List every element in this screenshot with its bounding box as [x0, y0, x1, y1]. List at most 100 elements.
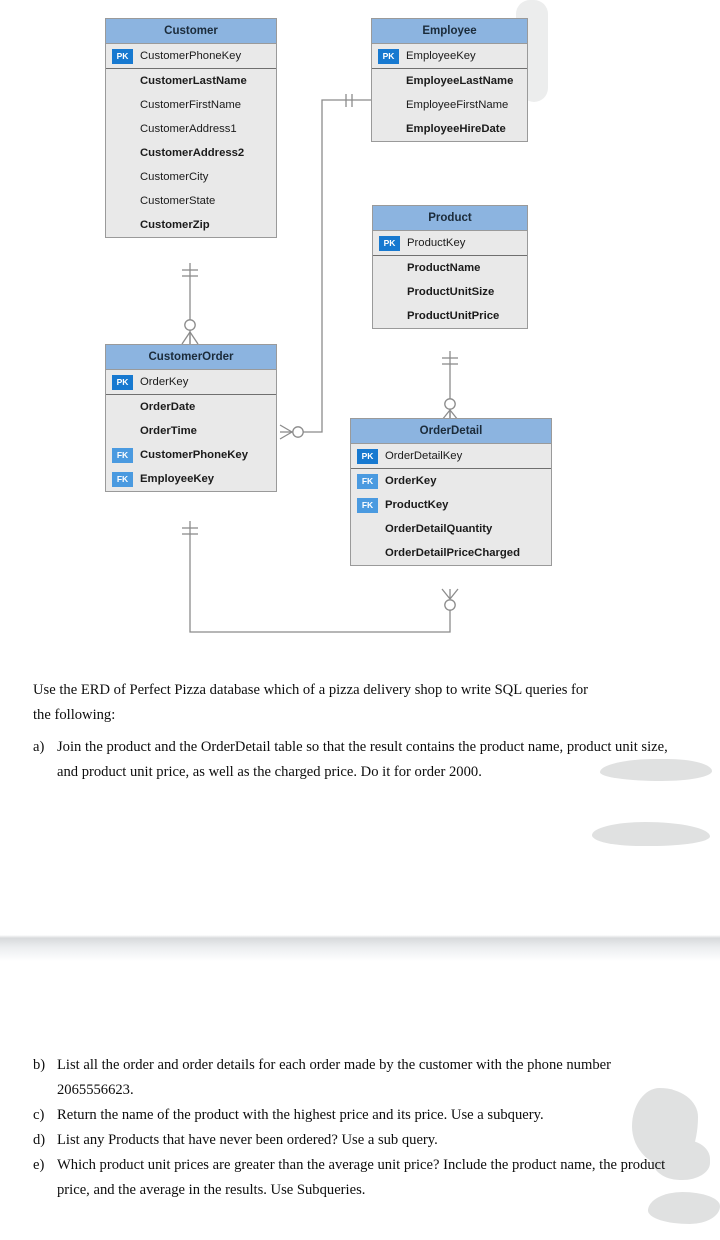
attribute-row: PK OrderKey: [106, 370, 276, 394]
attribute-row: ProductName: [373, 256, 527, 280]
question-item: e) Which product unit prices are greater…: [33, 1153, 688, 1203]
entity-customer-attributes: CustomerLastName CustomerFirstName Custo…: [106, 69, 276, 237]
attribute-row: OrderDate: [106, 395, 276, 419]
attribute-row: CustomerFirstName: [106, 93, 276, 117]
attribute-row: CustomerAddress2: [106, 141, 276, 165]
fk-badge: FK: [357, 473, 378, 489]
question-list-bottom: b) List all the order and order details …: [33, 1053, 688, 1203]
rel-employee-customerorder: [291, 99, 371, 433]
attribute-label: ProductUnitSize: [407, 286, 495, 298]
attribute-label: CustomerZip: [140, 219, 210, 231]
pk-badge: PK: [378, 48, 399, 64]
attribute-row: PK ProductKey: [373, 231, 527, 255]
entity-product-title: Product: [373, 206, 527, 231]
no-badge: [379, 261, 400, 276]
entity-customerorder-title: CustomerOrder: [106, 345, 276, 370]
no-badge: [112, 194, 133, 209]
attribute-row: EmployeeFirstName: [372, 93, 527, 117]
no-badge: [112, 218, 133, 233]
entity-customerorder-attributes: OrderDate OrderTime FK CustomerPhoneKey …: [106, 395, 276, 491]
no-badge: [112, 74, 133, 89]
attribute-label: CustomerState: [140, 195, 216, 207]
attribute-label: CustomerAddress2: [140, 147, 245, 159]
attribute-label: OrderTime: [140, 425, 197, 437]
attribute-row: CustomerState: [106, 189, 276, 213]
entity-customerorder: CustomerOrder PK OrderKey OrderDate Orde…: [105, 344, 277, 492]
no-badge: [379, 285, 400, 300]
intro-paragraph: Use the ERD of Perfect Pizza database wh…: [33, 678, 683, 728]
attribute-row: EmployeeLastName: [372, 69, 527, 93]
question-label: d): [33, 1132, 46, 1148]
entity-product-attributes: ProductName ProductUnitSize ProductUnitP…: [373, 256, 527, 328]
attribute-label: ProductUnitPrice: [407, 310, 500, 322]
pk-badge: PK: [112, 48, 133, 64]
attribute-row: ProductUnitPrice: [373, 304, 527, 328]
question-text: List all the order and order details for…: [57, 1057, 611, 1098]
entity-employee-attributes: EmployeeLastName EmployeeFirstName Emplo…: [372, 69, 527, 141]
no-badge: [112, 98, 133, 113]
no-badge: [357, 546, 378, 561]
attribute-label: EmployeeFirstName: [406, 99, 509, 111]
attribute-label: EmployeeLastName: [406, 75, 514, 87]
attribute-label: ProductKey: [385, 499, 449, 511]
entity-customerorder-keys: PK OrderKey: [106, 370, 276, 395]
attribute-label: CustomerPhoneKey: [140, 449, 248, 461]
no-badge: [112, 424, 133, 439]
attribute-label: ProductName: [407, 262, 481, 274]
no-badge: [357, 522, 378, 537]
pk-badge: PK: [357, 448, 378, 464]
page-break-band: [0, 935, 720, 961]
attribute-label: OrderDetailPriceCharged: [385, 547, 520, 559]
entity-employee: Employee PK EmployeeKey EmployeeLastName…: [371, 18, 528, 142]
attribute-row: FK EmployeeKey: [106, 467, 276, 491]
question-label: e): [33, 1157, 45, 1173]
attribute-row: OrderDetailQuantity: [351, 517, 551, 541]
question-item: c) Return the name of the product with t…: [33, 1103, 688, 1128]
attribute-label: CustomerPhoneKey: [140, 50, 242, 62]
attribute-row: PK CustomerPhoneKey: [106, 44, 276, 68]
attribute-label: CustomerAddress1: [140, 123, 237, 135]
attribute-row: CustomerZip: [106, 213, 276, 237]
question-list-top: a) Join the product and the OrderDetail …: [33, 735, 688, 785]
entity-product-keys: PK ProductKey: [373, 231, 527, 256]
entity-customer-title: Customer: [106, 19, 276, 44]
no-badge: [112, 146, 133, 161]
attribute-row: OrderDetailPriceCharged: [351, 541, 551, 565]
attribute-row: CustomerCity: [106, 165, 276, 189]
question-label: c): [33, 1107, 45, 1123]
attribute-label: OrderKey: [140, 376, 189, 388]
entity-customer-keys: PK CustomerPhoneKey: [106, 44, 276, 69]
entity-employee-keys: PK EmployeeKey: [372, 44, 527, 69]
question-label: a): [33, 739, 45, 755]
question-text: Which product unit prices are greater th…: [57, 1157, 666, 1198]
pk-badge: PK: [112, 374, 133, 390]
attribute-row: OrderTime: [106, 419, 276, 443]
attribute-row: ProductUnitSize: [373, 280, 527, 304]
entity-customer: Customer PK CustomerPhoneKey CustomerLas…: [105, 18, 277, 238]
attribute-label: OrderKey: [385, 475, 437, 487]
attribute-label: OrderDetailKey: [385, 450, 463, 462]
no-badge: [112, 400, 133, 415]
question-item: b) List all the order and order details …: [33, 1053, 688, 1103]
attribute-label: ProductKey: [407, 237, 466, 249]
entity-orderdetail-keys: PK OrderDetailKey: [351, 444, 551, 469]
attribute-row: CustomerAddress1: [106, 117, 276, 141]
intro-line-1: Use the ERD of Perfect Pizza database wh…: [33, 682, 589, 698]
attribute-label: EmployeeKey: [140, 473, 215, 485]
no-badge: [112, 170, 133, 185]
no-badge: [378, 98, 399, 113]
no-badge: [112, 122, 133, 137]
question-label: b): [33, 1057, 46, 1073]
intro-line-2: the following:: [33, 707, 116, 723]
fk-badge: FK: [112, 447, 133, 463]
attribute-label: EmployeeHireDate: [406, 123, 506, 135]
entity-employee-title: Employee: [372, 19, 527, 44]
question-item: d) List any Products that have never bee…: [33, 1128, 688, 1153]
attribute-row: PK OrderDetailKey: [351, 444, 551, 468]
no-badge: [378, 74, 399, 89]
attribute-row: EmployeeHireDate: [372, 117, 527, 141]
attribute-label: CustomerLastName: [140, 75, 247, 87]
entity-product: Product PK ProductKey ProductName Produc…: [372, 205, 528, 329]
attribute-row: CustomerLastName: [106, 69, 276, 93]
attribute-label: CustomerCity: [140, 171, 209, 183]
